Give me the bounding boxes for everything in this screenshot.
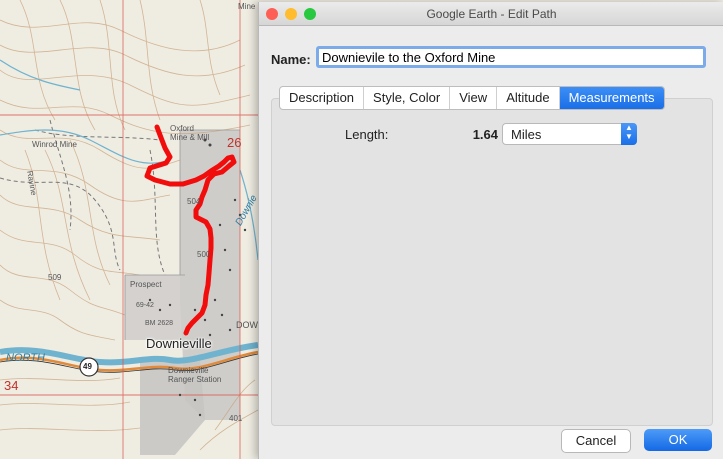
winrod-mine-label: Winrod Mine [32, 140, 77, 149]
chevron-up-down-icon: ▲ ▼ [621, 123, 637, 145]
units-select-value: Miles [511, 127, 542, 142]
road-504-label: 504 [187, 197, 201, 206]
tab-bar: Description Style, Color View Altitude M… [279, 86, 665, 110]
prospect-label: Prospect [130, 280, 162, 289]
road-509-label: 509 [48, 273, 62, 282]
window-title: Google Earth - Edit Path [426, 7, 557, 21]
cancel-button[interactable]: Cancel [561, 429, 631, 453]
ok-button[interactable]: OK [644, 429, 712, 451]
tab-altitude[interactable]: Altitude [497, 87, 560, 109]
length-value: 1.64 [472, 127, 498, 142]
name-input[interactable] [316, 46, 706, 68]
measurements-panel [271, 98, 713, 426]
section-34-label: 34 [4, 378, 19, 393]
name-label: Name: [271, 52, 311, 67]
tab-description[interactable]: Description [280, 87, 365, 109]
tab-style-color[interactable]: Style, Color [364, 87, 451, 109]
road-69-42-label: 69-42 [136, 302, 154, 309]
mine-top-label: Mine [238, 2, 256, 11]
downieville-label[interactable]: Downieville [146, 336, 212, 351]
road-401-label: 401 [229, 414, 243, 423]
length-label: Length: [345, 127, 389, 142]
ranger-station-label: Downieville Ranger Station [168, 366, 222, 384]
edit-path-dialog: Google Earth - Edit Path Name: Descripti… [258, 2, 723, 459]
tab-view[interactable]: View [450, 87, 498, 109]
highway-49-label: 49 [83, 362, 92, 371]
road-500-label: 500 [197, 250, 211, 259]
title-bar[interactable]: Google Earth - Edit Path [259, 2, 723, 26]
oxford-mine-label: Oxford Mine & Mill [170, 124, 210, 142]
units-select[interactable]: Miles ▲ ▼ [502, 123, 637, 145]
river-north-label: NORTH [6, 352, 45, 364]
tab-measurements[interactable]: Measurements [559, 87, 664, 109]
section-26-label: 26 [227, 135, 242, 150]
benchmark-label: BM 2628 [145, 320, 174, 327]
